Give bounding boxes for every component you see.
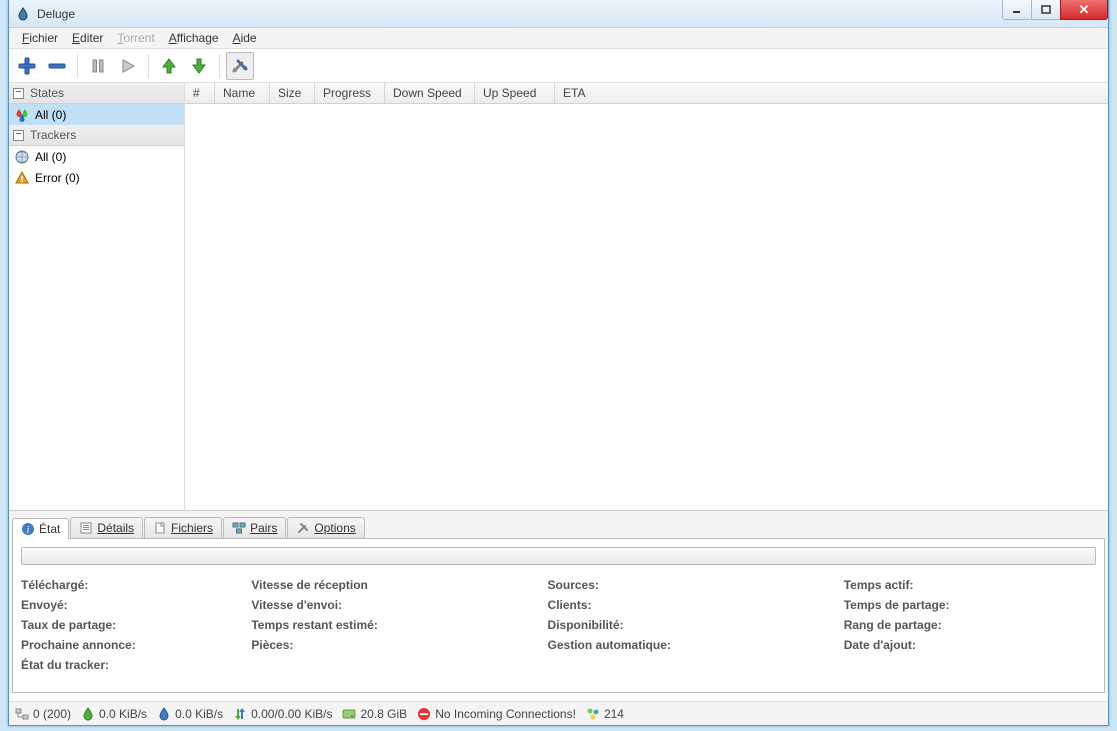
download-drop-icon bbox=[81, 707, 95, 721]
connections-icon bbox=[15, 707, 29, 721]
torrent-list: # Name Size Progress Down Speed Up Speed… bbox=[185, 83, 1108, 510]
no-connection-icon bbox=[417, 707, 431, 721]
status-dht[interactable]: 214 bbox=[586, 707, 624, 721]
sidebar-header-label: States bbox=[30, 86, 64, 100]
main-area: − States All (0) − Trackers bbox=[9, 83, 1108, 510]
status-protocol[interactable]: 0.00/0.00 KiB/s bbox=[233, 707, 332, 721]
sidebar-item-label: All (0) bbox=[35, 150, 66, 164]
table-header: # Name Size Progress Down Speed Up Speed… bbox=[185, 83, 1108, 104]
dht-icon bbox=[586, 707, 600, 721]
label-availability: Disponibilité: bbox=[548, 615, 844, 635]
label-share-ratio: Taux de partage: bbox=[21, 615, 251, 635]
sidebar-states-all[interactable]: All (0) bbox=[9, 104, 184, 125]
menu-torrent: Torrent bbox=[110, 29, 161, 47]
label-downloaded: Téléchargé: bbox=[21, 575, 251, 595]
column-number[interactable]: # bbox=[185, 83, 215, 103]
label-next-announce: Prochaine annonce: bbox=[21, 635, 251, 655]
sidebar-states-header[interactable]: − States bbox=[9, 83, 184, 104]
add-torrent-button[interactable] bbox=[13, 52, 41, 80]
torrent-progress-bar bbox=[21, 547, 1096, 565]
status-down-rate[interactable]: 0.0 KiB/s bbox=[81, 707, 147, 721]
preferences-button[interactable] bbox=[226, 52, 254, 80]
status-disk[interactable]: 20.8 GiB bbox=[342, 707, 407, 721]
toolbar bbox=[9, 49, 1108, 83]
sidebar-item-label: All (0) bbox=[35, 108, 66, 122]
resume-button[interactable] bbox=[114, 52, 142, 80]
status-up-rate[interactable]: 0.0 KiB/s bbox=[157, 707, 223, 721]
status-bar: 0 (200) 0.0 KiB/s 0.0 KiB/s 0.00/0.00 Ki… bbox=[9, 701, 1108, 725]
window-title: Deluge bbox=[37, 7, 75, 21]
status-connections[interactable]: 0 (200) bbox=[15, 707, 71, 721]
label-peers: Clients: bbox=[548, 595, 844, 615]
collapse-icon[interactable]: − bbox=[13, 130, 24, 141]
menu-file[interactable]: Fichier bbox=[15, 29, 65, 47]
column-size[interactable]: Size bbox=[270, 83, 315, 103]
sidebar-trackers-header[interactable]: − Trackers bbox=[9, 125, 184, 146]
table-body-empty[interactable] bbox=[185, 104, 1108, 510]
column-eta[interactable]: ETA bbox=[555, 83, 1108, 103]
app-window: Deluge ✕ Fichier Editer Torrent Affichag… bbox=[8, 0, 1109, 726]
tab-peers[interactable]: Pairs bbox=[223, 517, 286, 538]
label-auto-managed: Gestion automatique: bbox=[548, 635, 844, 655]
toolbar-separator bbox=[148, 54, 149, 78]
remove-torrent-button[interactable] bbox=[43, 52, 71, 80]
warning-icon bbox=[15, 171, 29, 185]
label-up-speed: Vitesse d'envoi: bbox=[251, 595, 547, 615]
tab-strip: i État Détails Fichiers Pairs Options bbox=[12, 514, 1105, 538]
toolbar-separator bbox=[77, 54, 78, 78]
tab-options[interactable]: Options bbox=[287, 517, 364, 538]
label-date-added: Date d'ajout: bbox=[844, 635, 1096, 655]
options-icon bbox=[296, 521, 310, 535]
label-tracker-status: État du tracker: bbox=[21, 655, 251, 675]
traffic-icon bbox=[233, 707, 247, 721]
all-states-icon bbox=[15, 108, 29, 122]
collapse-icon[interactable]: − bbox=[13, 88, 24, 99]
minimize-button[interactable] bbox=[1002, 0, 1032, 20]
label-seed-rank: Rang de partage: bbox=[844, 615, 1096, 635]
title-bar: Deluge ✕ bbox=[9, 0, 1108, 28]
close-button[interactable]: ✕ bbox=[1060, 0, 1108, 20]
maximize-button[interactable] bbox=[1031, 0, 1061, 20]
column-name[interactable]: Name bbox=[215, 83, 270, 103]
sidebar-header-label: Trackers bbox=[30, 128, 76, 142]
pause-button[interactable] bbox=[84, 52, 112, 80]
label-seeds: Sources: bbox=[548, 575, 844, 595]
label-down-speed: Vitesse de réception bbox=[251, 575, 547, 595]
details-icon bbox=[79, 521, 93, 535]
info-icon: i bbox=[21, 522, 35, 536]
files-icon bbox=[153, 521, 167, 535]
menu-bar: Fichier Editer Torrent Affichage Aide bbox=[9, 28, 1108, 49]
label-active-time: Temps actif: bbox=[844, 575, 1096, 595]
label-seeding-time: Temps de partage: bbox=[844, 595, 1096, 615]
disk-icon bbox=[342, 707, 356, 721]
label-uploaded: Envoyé: bbox=[21, 595, 251, 615]
sidebar: − States All (0) − Trackers bbox=[9, 83, 185, 510]
column-down-speed[interactable]: Down Speed bbox=[385, 83, 475, 103]
status-health[interactable]: No Incoming Connections! bbox=[417, 707, 576, 721]
label-eta: Temps restant estimé: bbox=[251, 615, 547, 635]
status-tab-content: Téléchargé: Envoyé: Taux de partage: Pro… bbox=[12, 538, 1105, 693]
menu-edit[interactable]: Editer bbox=[65, 29, 110, 47]
upload-drop-icon bbox=[157, 707, 171, 721]
tab-status[interactable]: i État bbox=[12, 518, 69, 539]
label-pieces: Pièces: bbox=[251, 635, 547, 655]
globe-icon bbox=[15, 150, 29, 164]
queue-down-button[interactable] bbox=[185, 52, 213, 80]
tab-details[interactable]: Détails bbox=[70, 517, 143, 538]
menu-help[interactable]: Aide bbox=[226, 29, 264, 47]
column-up-speed[interactable]: Up Speed bbox=[475, 83, 555, 103]
details-panel: i État Détails Fichiers Pairs Options bbox=[9, 510, 1108, 693]
svg-text:i: i bbox=[27, 525, 30, 536]
sidebar-item-label: Error (0) bbox=[35, 171, 80, 185]
tab-files[interactable]: Fichiers bbox=[144, 517, 222, 538]
peers-icon bbox=[232, 521, 246, 535]
menu-view[interactable]: Affichage bbox=[162, 29, 226, 47]
column-progress[interactable]: Progress bbox=[315, 83, 385, 103]
queue-up-button[interactable] bbox=[155, 52, 183, 80]
deluge-app-icon bbox=[15, 6, 31, 22]
toolbar-separator bbox=[219, 54, 220, 78]
sidebar-trackers-all[interactable]: All (0) bbox=[9, 146, 184, 167]
sidebar-trackers-error[interactable]: Error (0) bbox=[9, 167, 184, 188]
